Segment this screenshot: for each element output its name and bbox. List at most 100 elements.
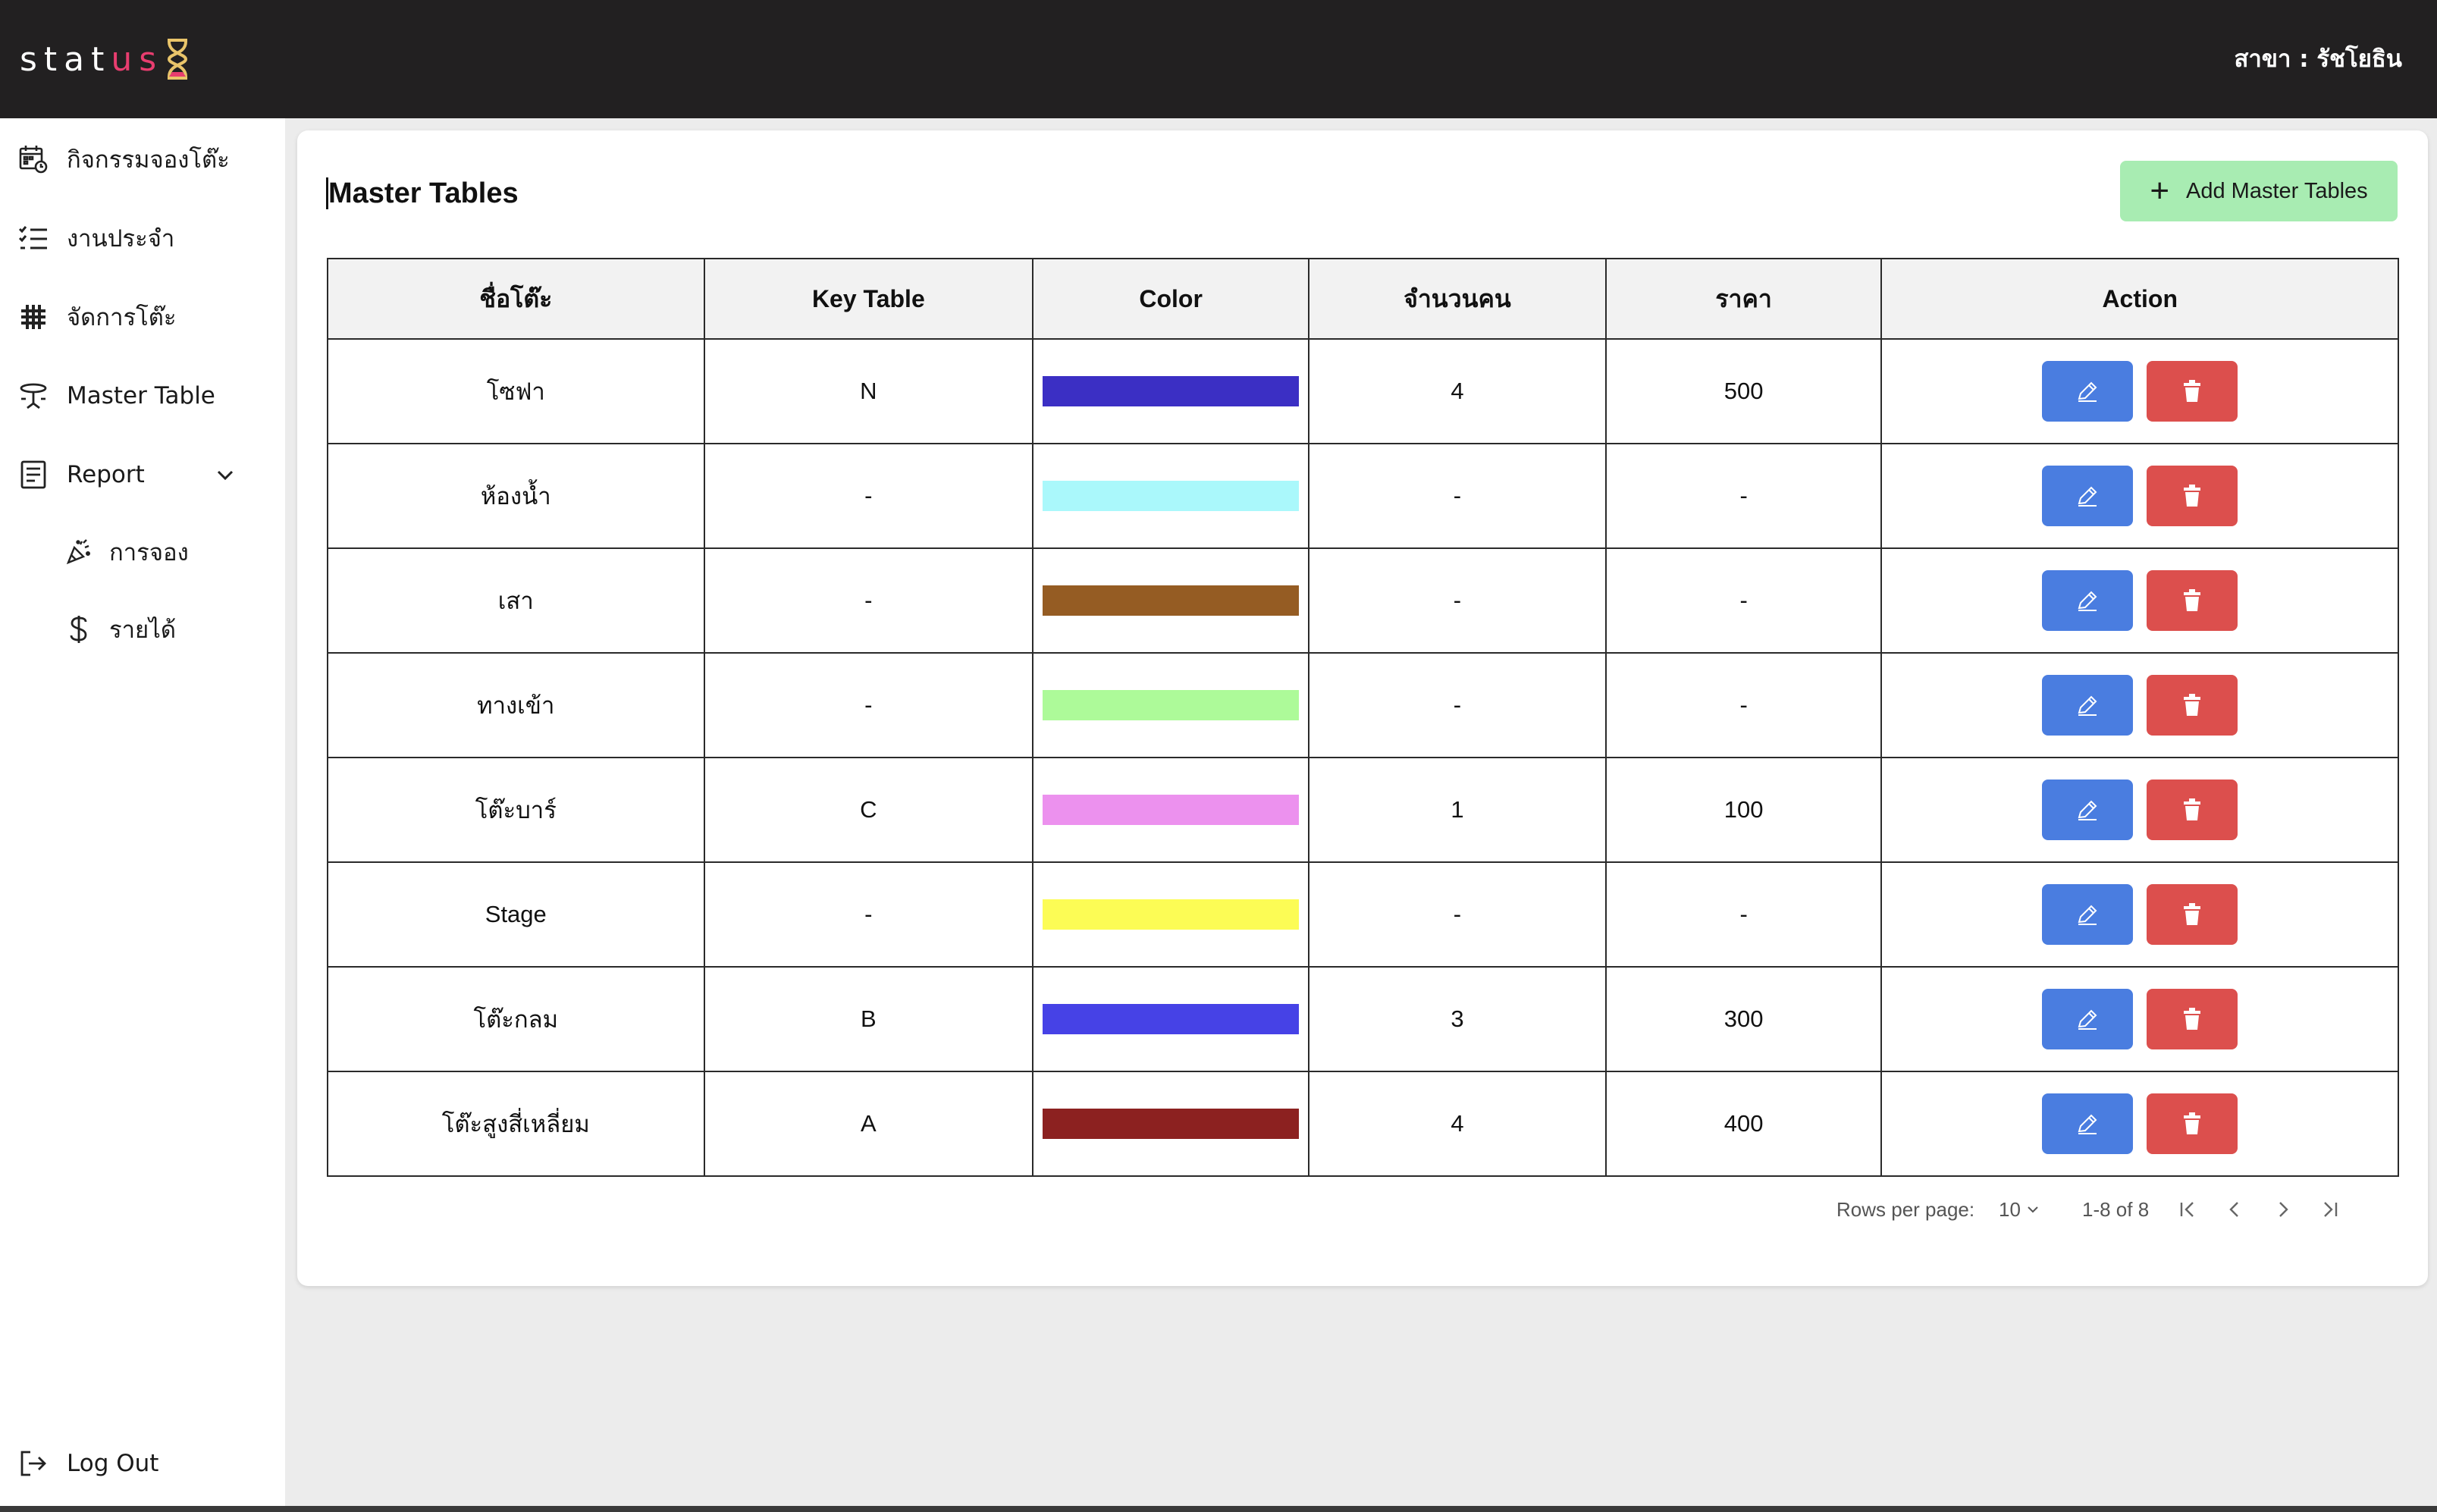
trash-icon [2184,485,2201,507]
sidebar-item-report[interactable]: Report [17,452,237,497]
cell-price: 100 [1604,757,1883,863]
delete-button[interactable] [2147,361,2238,422]
rows-per-page-label: Rows per page: [1836,1197,1975,1221]
cell-people: - [1308,547,1607,654]
cell-action [1880,443,2399,549]
column-header-action: Action [1880,258,2399,340]
trash-icon [2184,1008,2201,1030]
cell-people: - [1308,861,1607,968]
cell-color [1032,338,1310,444]
delete-button[interactable] [2147,466,2238,526]
column-header-name[interactable]: ชื่อโต๊ะ [327,258,705,340]
first-page-icon [2180,1202,2194,1217]
color-swatch [1043,899,1300,930]
plus-icon: + [2150,172,2170,209]
edit-button[interactable] [2042,884,2134,945]
pencil-icon [2078,381,2097,402]
hourglass-logo-icon [168,39,188,80]
next-page-button[interactable] [2264,1190,2302,1228]
trash-icon [2184,694,2201,716]
edit-button[interactable] [2042,466,2134,526]
branch-label: สาขา : รัชโยธิน [2234,45,2402,73]
cell-action [1880,547,2399,654]
delete-button[interactable] [2147,780,2238,840]
delete-button[interactable] [2147,1093,2238,1154]
add-master-tables-button[interactable]: + Add Master Tables [2120,161,2398,221]
grid-hash-icon [17,300,50,334]
sidebar-item-manage-tables[interactable]: จัดการโต๊ะ [17,294,177,340]
edit-button[interactable] [2042,989,2134,1049]
app-logo[interactable]: stat us [20,36,190,82]
column-header-people[interactable]: จำนวนคน [1308,258,1607,340]
chevron-right-icon [2279,1202,2288,1217]
color-swatch [1043,376,1300,406]
delete-button[interactable] [2147,675,2238,736]
table-row: ทางเข้า - - - [327,652,2399,758]
cell-table-name: โต๊ะกลม [327,966,705,1072]
trash-icon [2184,903,2201,925]
cell-color [1032,1071,1310,1177]
cell-key-table: - [703,443,1034,549]
column-header-color[interactable]: Color [1032,258,1310,340]
first-page-button[interactable] [2169,1190,2206,1228]
edit-button[interactable] [2042,570,2134,631]
edit-button[interactable] [2042,780,2134,840]
cell-color [1032,547,1310,654]
cell-people: 4 [1308,1071,1607,1177]
cell-people: 1 [1308,757,1607,863]
table-row: Stage - - - [327,861,2399,968]
delete-button[interactable] [2147,884,2238,945]
cell-key-table: B [703,966,1034,1072]
pencil-icon [2078,905,2097,925]
dollar-icon [64,613,94,646]
previous-page-button[interactable] [2216,1190,2254,1228]
sidebar-item-label: Report [67,461,145,488]
table-header-row: ชื่อโต๊ะ Key Table Color จำนวนคน ราคา Ac… [327,258,2399,340]
cell-key-table: - [703,861,1034,968]
cell-people: - [1308,652,1607,758]
sidebar-subitem-bookings[interactable]: การจอง [64,529,189,575]
table-row: ห้องน้ำ - - - [327,443,2399,549]
cell-people: - [1308,443,1607,549]
logout-label: Log Out [67,1450,159,1477]
delete-button[interactable] [2147,989,2238,1049]
cell-action [1880,966,2399,1072]
cell-action [1880,652,2399,758]
color-swatch [1043,1004,1300,1034]
report-icon [17,458,50,491]
delete-button[interactable] [2147,570,2238,631]
cell-price: - [1604,652,1883,758]
sidebar-item-routine[interactable]: งานประจำ [17,215,174,261]
column-header-key[interactable]: Key Table [703,258,1034,340]
column-header-price[interactable]: ราคา [1604,258,1883,340]
sidebar-subitem-income[interactable]: รายได้ [64,607,176,652]
pencil-icon [2078,486,2097,507]
add-button-label: Add Master Tables [2186,178,2368,203]
cell-action [1880,1071,2399,1177]
table-row: โต๊ะบาร์ C 1 100 [327,757,2399,863]
trash-icon [2184,798,2201,820]
chevron-down-icon[interactable] [215,466,235,484]
trash-icon [2184,589,2201,611]
calendar-clock-icon [17,143,50,176]
edit-button[interactable] [2042,1093,2134,1154]
chevron-left-icon [2229,1202,2238,1217]
sidebar-subitem-label: รายได้ [109,616,176,644]
edit-button[interactable] [2042,361,2134,422]
page-title: Master Tables [326,177,519,209]
cell-table-name: โต๊ะบาร์ [327,757,705,863]
color-swatch [1043,690,1300,720]
rows-per-page-select[interactable]: 10 [1999,1190,2040,1228]
cell-people: 3 [1308,966,1607,1072]
last-page-button[interactable] [2311,1190,2349,1228]
cell-color [1032,757,1310,863]
master-tables-table: ชื่อโต๊ะ Key Table Color จำนวนคน ราคา Ac… [327,258,2399,1177]
sidebar-item-reservations[interactable]: กิจกรรมจองโต๊ะ [17,136,230,182]
sidebar-item-master-table[interactable]: Master Table [17,373,215,419]
logout-button[interactable]: Log Out [17,1441,158,1486]
edit-button[interactable] [2042,675,2134,736]
cell-people: 4 [1308,338,1607,444]
cell-table-name: โซฟา [327,338,705,444]
party-popper-icon [64,535,94,569]
master-tables-card: Master Tables + Add Master Tables ชื่อโต… [297,130,2428,1286]
